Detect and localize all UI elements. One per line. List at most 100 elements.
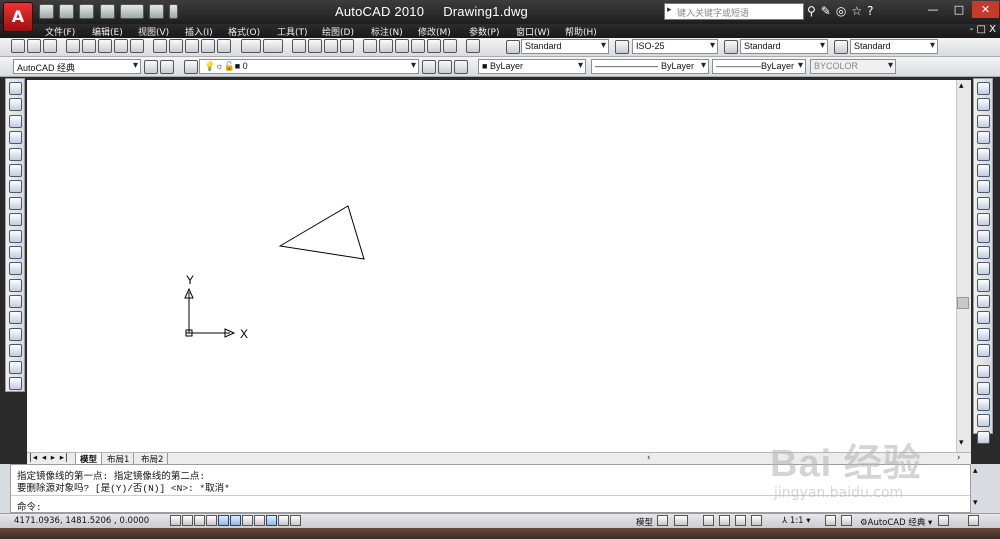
quick-properties-icon[interactable] <box>290 515 301 526</box>
plot-icon[interactable] <box>66 39 81 53</box>
workspace-select[interactable]: AutoCAD 经典 <box>13 59 141 74</box>
plot-icon[interactable] <box>148 4 164 19</box>
multiline-text-icon[interactable] <box>8 377 22 391</box>
text-style-select[interactable]: Standard <box>521 39 609 54</box>
menu-modify[interactable]: 修改(M) <box>418 25 451 38</box>
workspace-gear-icon[interactable] <box>160 60 174 74</box>
offset-icon[interactable] <box>976 131 990 145</box>
pan-status-icon[interactable] <box>703 515 714 526</box>
command-prompt[interactable]: 命令: <box>17 499 42 513</box>
scale-icon[interactable] <box>976 196 990 210</box>
save-icon[interactable] <box>43 39 57 53</box>
break-icon[interactable] <box>976 278 990 292</box>
block-editor-icon[interactable] <box>217 39 232 53</box>
insert-block-icon[interactable] <box>8 262 22 276</box>
menu-parametric[interactable]: 参数(P) <box>469 25 499 38</box>
copy-object-icon[interactable] <box>976 98 990 112</box>
ortho-mode-icon[interactable] <box>206 515 217 526</box>
help-icon[interactable]: ? <box>867 4 878 18</box>
steeringwheel-icon[interactable] <box>735 515 746 526</box>
new-icon[interactable] <box>11 39 25 53</box>
properties-icon[interactable] <box>362 39 377 53</box>
quick-view-layouts-icon[interactable] <box>674 515 688 526</box>
help-icon[interactable] <box>466 39 481 53</box>
hatch-icon[interactable] <box>8 311 22 325</box>
zoom-window-icon[interactable] <box>323 39 338 53</box>
scroll-up-arrow-icon[interactable]: ▴ <box>973 466 978 476</box>
chevron-down-icon[interactable] <box>169 4 179 19</box>
publish-icon[interactable] <box>98 39 113 53</box>
command-window-grip[interactable] <box>0 464 10 513</box>
close-button[interactable]: ✕ <box>972 1 999 18</box>
polar-tracking-icon[interactable] <box>218 515 229 526</box>
copy-icon[interactable] <box>169 39 184 53</box>
arc-icon[interactable] <box>8 163 22 177</box>
model-space-button[interactable]: 模型 <box>636 516 653 528</box>
dim-style-select[interactable]: ISO-25 <box>632 39 718 54</box>
layout-tool-icon[interactable] <box>657 515 668 526</box>
table-icon[interactable] <box>8 360 22 374</box>
zoom-status-icon[interactable] <box>719 515 730 526</box>
menu-insert[interactable]: 插入(I) <box>185 25 213 38</box>
color-select[interactable]: ■ ByLayer <box>478 59 586 74</box>
workspace-settings-icon[interactable] <box>144 60 158 74</box>
join-icon[interactable] <box>976 295 990 309</box>
menu-help[interactable]: 帮助(H) <box>565 25 597 38</box>
cut-icon[interactable] <box>153 39 168 53</box>
annotation-scale-select[interactable]: ⅄ 1:1 ▾ <box>782 516 811 526</box>
extend-icon[interactable] <box>976 245 990 259</box>
minimize-button[interactable]: — <box>920 1 946 18</box>
erase-icon[interactable] <box>976 82 990 95</box>
menu-tools[interactable]: 工具(T) <box>277 25 308 38</box>
make-block-icon[interactable] <box>8 278 22 292</box>
document-window-controls[interactable]: - □ X <box>970 24 996 35</box>
gradient-icon[interactable] <box>8 327 22 341</box>
redo-icon[interactable] <box>119 4 144 19</box>
table-style-select[interactable]: Standard <box>740 39 828 54</box>
send-to-back-icon[interactable] <box>976 398 990 412</box>
explode-icon[interactable] <box>976 344 990 358</box>
chamfer-icon[interactable] <box>976 311 990 325</box>
drawing-canvas[interactable]: Y X <box>27 80 971 452</box>
auto-scale-icon[interactable] <box>841 515 852 526</box>
move-icon[interactable] <box>976 163 990 177</box>
comm-center-icon[interactable]: ◎ <box>836 4 851 18</box>
paste-icon[interactable] <box>185 39 200 53</box>
rectangle-icon[interactable] <box>8 147 22 161</box>
showmotion-icon[interactable] <box>751 515 762 526</box>
bring-above-icon[interactable] <box>976 414 990 428</box>
menu-view[interactable]: 视图(V) <box>138 25 169 38</box>
lineweight-icon[interactable] <box>278 515 289 526</box>
zoom-realtime-icon[interactable] <box>307 39 322 53</box>
maximize-button[interactable]: □ <box>946 1 972 18</box>
open-folder-icon[interactable] <box>59 4 75 19</box>
bring-to-front-icon[interactable] <box>976 381 990 395</box>
fillet-icon[interactable] <box>976 327 990 341</box>
snap-mode-icon[interactable] <box>182 515 193 526</box>
menu-file[interactable]: 文件(F) <box>45 25 75 38</box>
stretch-icon[interactable] <box>976 213 990 227</box>
menu-edit[interactable]: 编辑(E) <box>92 25 123 38</box>
construction-line-icon[interactable] <box>8 98 22 112</box>
tab-nav-arrows-icon[interactable]: |◂ ◂ ▸ ▸| <box>29 453 69 463</box>
triangle-shape[interactable] <box>278 205 365 260</box>
layer-states-icon[interactable] <box>454 60 468 74</box>
match-properties-icon[interactable] <box>201 39 216 53</box>
plot-preview-icon[interactable] <box>82 39 97 53</box>
plot-style-select[interactable]: BYCOLOR <box>810 59 896 74</box>
object-snap-icon[interactable] <box>230 515 241 526</box>
circle-icon[interactable] <box>8 180 22 194</box>
object-snap-tracking-icon[interactable] <box>242 515 253 526</box>
polyline-icon[interactable] <box>8 114 22 128</box>
quickcalc-icon[interactable] <box>442 39 457 53</box>
menu-draw[interactable]: 绘图(D) <box>322 25 354 38</box>
lineweight-select[interactable]: ————— ByLayer <box>712 59 806 74</box>
scroll-down-arrow-icon[interactable]: ▾ <box>973 498 978 508</box>
make-current-layer-icon[interactable] <box>422 60 436 74</box>
dynamic-ucs-icon[interactable] <box>254 515 265 526</box>
multileader-style-select[interactable]: Standard <box>850 39 938 54</box>
workspace-switch[interactable]: ⚙AutoCAD 经典 ▾ <box>860 516 932 528</box>
trim-icon[interactable] <box>976 229 990 243</box>
layer-manager-icon[interactable] <box>184 60 198 74</box>
vertical-scrollbar[interactable]: ▴ ▾ <box>956 80 971 452</box>
